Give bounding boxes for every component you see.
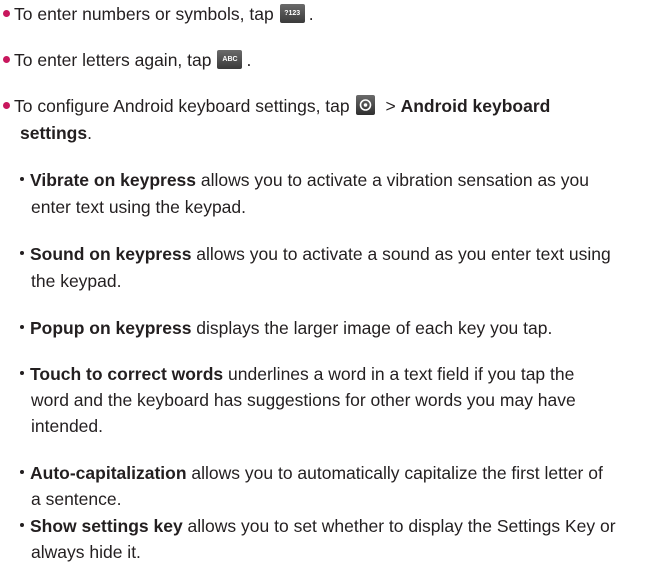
sub-bullet-marker: [20, 523, 24, 528]
setting-term: Popup on keypress: [30, 318, 192, 338]
symbols-key-icon: ?123: [279, 4, 305, 24]
setting-desc: underlines a word in a text field if you…: [223, 364, 575, 384]
setting-term: Sound on keypress: [30, 244, 192, 264]
setting-popup: Popup on keypress displays the larger im…: [20, 314, 552, 342]
sub-bullet-marker: [20, 470, 24, 475]
setting-sound-cont: the keypad.: [31, 267, 121, 295]
setting-show-settings-key-cont: always hide it.: [31, 538, 141, 566]
setting-term: Show settings key: [30, 516, 183, 536]
bullet-keyboard-settings: To configure Android keyboard settings, …: [3, 92, 550, 120]
setting-show-settings-key: Show settings key allows you to set whet…: [20, 512, 616, 540]
sub-bullet-marker: [20, 177, 24, 182]
setting-touch-correct-cont: word and the keyboard has suggestions fo…: [31, 386, 576, 414]
setting-auto-capitalization: Auto-capitalization allows you to automa…: [20, 459, 603, 487]
setting-desc: a sentence.: [31, 489, 122, 509]
setting-touch-correct: Touch to correct words underlines a word…: [20, 360, 574, 388]
bullet-text-end: .: [87, 123, 92, 143]
setting-term: Vibrate on keypress: [30, 170, 197, 190]
settings-path-part1: Android keyboard: [400, 96, 551, 116]
manual-page: To enter numbers or symbols, tap ?123. To…: [0, 0, 651, 567]
settings-path-part2: settings: [20, 123, 88, 143]
bullet-marker: [3, 102, 10, 110]
setting-vibrate-cont: enter text using the keypad.: [31, 193, 246, 221]
setting-desc: intended.: [31, 416, 104, 436]
bullet-letters: To enter letters again, tap ABC.: [3, 46, 251, 74]
setting-auto-capitalization-cont: a sentence.: [31, 485, 121, 513]
sub-bullet-marker: [20, 371, 24, 376]
sub-bullet-marker: [20, 325, 24, 330]
bullet-text: To enter letters again, tap: [14, 50, 212, 70]
bullet-marker: [3, 56, 10, 64]
setting-sound: Sound on keypress allows you to activate…: [20, 240, 611, 268]
setting-term: Touch to correct words: [30, 364, 224, 384]
bullet-keyboard-settings-cont: settings.: [20, 119, 92, 147]
setting-desc: allows you to activate a vibration sensa…: [196, 170, 590, 190]
setting-desc: displays the larger image of each key yo…: [191, 318, 553, 338]
abc-key-icon: ABC: [217, 50, 243, 70]
bullet-marker: [3, 10, 10, 18]
setting-desc: word and the keyboard has suggestions fo…: [31, 390, 576, 410]
bullet-numbers-symbols: To enter numbers or symbols, tap ?123.: [3, 0, 314, 28]
sub-bullet-marker: [20, 251, 24, 256]
setting-vibrate: Vibrate on keypress allows you to activa…: [20, 166, 589, 194]
bullet-text: To enter numbers or symbols, tap: [14, 4, 274, 24]
bullet-text-end: .: [246, 50, 252, 70]
gear-icon: [355, 95, 375, 116]
setting-touch-correct-cont2: intended.: [31, 412, 103, 440]
setting-desc: enter text using the keypad.: [31, 197, 246, 217]
setting-desc: always hide it.: [31, 542, 141, 562]
setting-desc: allows you to set whether to display the…: [182, 516, 616, 536]
bullet-text-end: .: [308, 4, 314, 24]
setting-desc: allows you to activate a sound as you en…: [191, 244, 611, 264]
breadcrumb-separator: >: [380, 96, 401, 116]
setting-term: Auto-capitalization: [30, 463, 187, 483]
setting-desc: the keypad.: [31, 271, 122, 291]
bullet-text: To configure Android keyboard settings, …: [14, 96, 350, 116]
setting-desc: allows you to automatically capitalize t…: [186, 463, 603, 483]
